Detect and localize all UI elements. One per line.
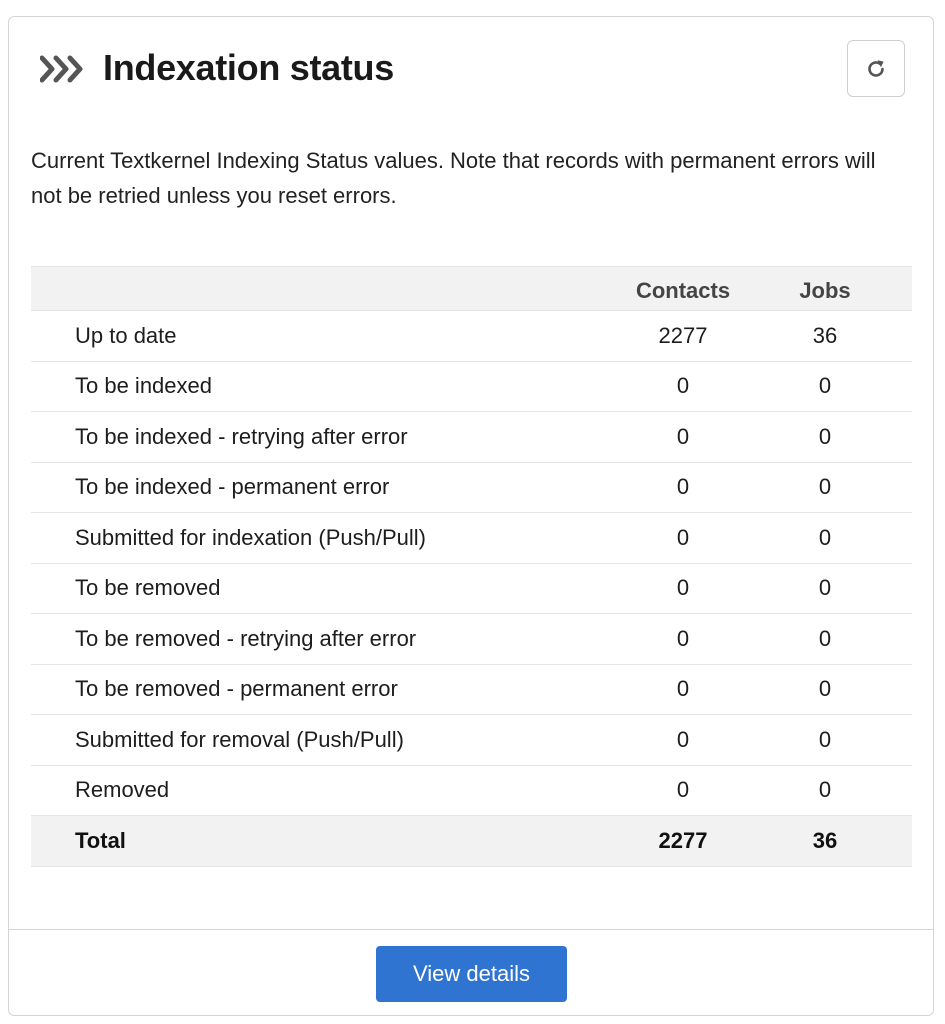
indexation-status-card: Indexation status Current Textkernel Ind… [8,16,934,1016]
table-row: Submitted for removal (Push/Pull) 0 0 [31,715,912,766]
indexation-status-table: Contacts Jobs Up to date 2277 36 To be i… [31,266,912,867]
contacts-count: 0 [676,676,690,702]
row-label: Submitted for removal (Push/Pull) [75,726,404,752]
jobs-count: 0 [818,676,832,702]
table-row: To be indexed - retrying after error 0 0 [31,412,912,463]
table-row: To be removed - retrying after error 0 0 [31,614,912,665]
row-label: Submitted for indexation (Push/Pull) [75,524,426,550]
card-header: Indexation status [9,17,933,123]
triple-chevron-icon [40,55,83,83]
jobs-count: 0 [818,373,832,399]
contacts-count: 0 [676,726,690,752]
row-label: To be indexed - permanent error [75,474,390,500]
contacts-count: 0 [676,373,690,399]
row-label: To be indexed - retrying after error [75,423,408,449]
jobs-count: 0 [818,524,832,550]
row-label: Up to date [75,322,177,348]
table-total-row: Total 2277 36 [31,816,912,867]
row-label: Removed [75,777,170,803]
contacts-count: 0 [676,575,690,601]
card-footer: View details [9,929,933,1015]
table-row: To be removed 0 0 [31,564,912,614]
row-label: To be removed - permanent error [75,676,398,702]
row-label: To be removed [75,575,221,601]
refresh-icon [868,59,884,77]
refresh-button[interactable] [847,40,905,97]
jobs-count: 0 [818,575,832,601]
page-title: Indexation status [103,47,394,88]
jobs-count: 0 [818,474,832,500]
status-description: Current Textkernel Indexing Status value… [31,148,876,208]
table-row: To be removed - permanent error 0 0 [31,665,912,715]
contacts-count: 0 [676,625,690,651]
jobs-count: 0 [818,423,832,449]
total-jobs-count: 36 [812,827,838,853]
table-row: Submitted for indexation (Push/Pull) 0 0 [31,513,912,564]
table-row: Up to date 2277 36 [31,311,912,362]
table-row: Removed 0 0 [31,766,912,816]
row-label: To be removed - retrying after error [75,625,417,651]
row-label: To be indexed [75,373,212,399]
table-row: To be indexed 0 0 [31,362,912,412]
jobs-count: 0 [818,726,832,752]
total-label: Total [75,827,126,853]
jobs-count: 0 [818,625,832,651]
table-row: To be indexed - permanent error 0 0 [31,463,912,513]
contacts-count: 0 [676,777,690,803]
contacts-count: 0 [676,423,690,449]
contacts-count: 2277 [658,322,708,348]
view-details-button[interactable]: View details [376,946,567,1002]
column-header-jobs: Jobs [799,277,851,303]
total-contacts-count: 2277 [658,827,708,853]
jobs-count: 0 [818,777,832,803]
column-header-contacts: Contacts [635,277,731,303]
contacts-count: 0 [676,524,690,550]
table-header-row: Contacts Jobs [31,266,912,311]
contacts-count: 0 [676,474,690,500]
jobs-count: 36 [812,322,838,348]
